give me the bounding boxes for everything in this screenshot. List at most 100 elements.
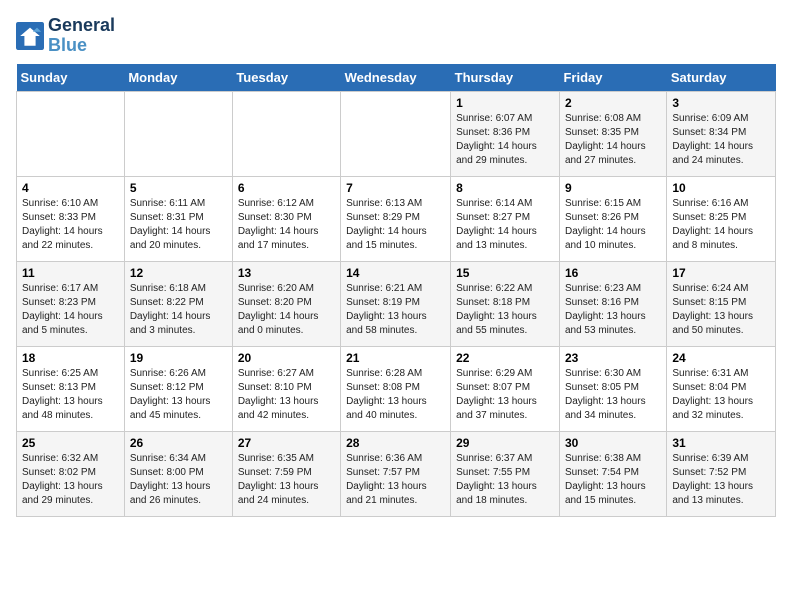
day-number: 15	[456, 266, 554, 280]
day-info: Sunrise: 6:14 AM Sunset: 8:27 PM Dayligh…	[456, 197, 554, 253]
day-number: 31	[672, 436, 770, 450]
page-header: GeneralBlue	[16, 16, 776, 56]
calendar-cell: 25 Sunrise: 6:32 AM Sunset: 8:02 PM Dayli…	[17, 431, 125, 516]
day-number: 8	[456, 181, 554, 195]
day-info: Sunrise: 6:38 AM Sunset: 7:54 PM Dayligh…	[565, 452, 661, 508]
calendar-cell: 20 Sunrise: 6:27 AM Sunset: 8:10 PM Dayli…	[232, 346, 340, 431]
calendar-cell: 31 Sunrise: 6:39 AM Sunset: 7:52 PM Dayli…	[667, 431, 776, 516]
day-number: 24	[672, 351, 770, 365]
day-info: Sunrise: 6:26 AM Sunset: 8:12 PM Dayligh…	[130, 367, 227, 423]
calendar-header: SundayMondayTuesdayWednesdayThursdayFrid…	[17, 64, 776, 92]
day-number: 16	[565, 266, 661, 280]
day-info: Sunrise: 6:30 AM Sunset: 8:05 PM Dayligh…	[565, 367, 661, 423]
week-row-2: 4 Sunrise: 6:10 AM Sunset: 8:33 PM Daylig…	[17, 176, 776, 261]
calendar-cell	[341, 91, 451, 176]
day-number: 11	[22, 266, 119, 280]
day-number: 25	[22, 436, 119, 450]
day-number: 19	[130, 351, 227, 365]
day-info: Sunrise: 6:27 AM Sunset: 8:10 PM Dayligh…	[238, 367, 335, 423]
day-info: Sunrise: 6:29 AM Sunset: 8:07 PM Dayligh…	[456, 367, 554, 423]
header-cell-thursday: Thursday	[451, 64, 560, 92]
day-number: 7	[346, 181, 445, 195]
calendar-body: 1Sunrise: 6:07 AM Sunset: 8:36 PM Daylig…	[17, 91, 776, 516]
logo-text: GeneralBlue	[48, 16, 115, 56]
calendar-cell: 1Sunrise: 6:07 AM Sunset: 8:36 PM Daylig…	[451, 91, 560, 176]
header-row: SundayMondayTuesdayWednesdayThursdayFrid…	[17, 64, 776, 92]
day-info: Sunrise: 6:22 AM Sunset: 8:18 PM Dayligh…	[456, 282, 554, 338]
day-info: Sunrise: 6:32 AM Sunset: 8:02 PM Dayligh…	[22, 452, 119, 508]
header-cell-tuesday: Tuesday	[232, 64, 340, 92]
calendar-cell: 28Sunrise: 6:36 AM Sunset: 7:57 PM Dayli…	[341, 431, 451, 516]
calendar-cell: 15 Sunrise: 6:22 AM Sunset: 8:18 PM Dayli…	[451, 261, 560, 346]
calendar-cell: 5 Sunrise: 6:11 AM Sunset: 8:31 PM Daylig…	[124, 176, 232, 261]
day-number: 27	[238, 436, 335, 450]
day-number: 20	[238, 351, 335, 365]
calendar-cell: 10 Sunrise: 6:16 AM Sunset: 8:25 PM Dayli…	[667, 176, 776, 261]
header-cell-wednesday: Wednesday	[341, 64, 451, 92]
day-number: 26	[130, 436, 227, 450]
day-info: Sunrise: 6:25 AM Sunset: 8:13 PM Dayligh…	[22, 367, 119, 423]
day-number: 12	[130, 266, 227, 280]
calendar-cell: 26Sunrise: 6:34 AM Sunset: 8:00 PM Dayli…	[124, 431, 232, 516]
day-number: 10	[672, 181, 770, 195]
calendar-cell: 8 Sunrise: 6:14 AM Sunset: 8:27 PM Daylig…	[451, 176, 560, 261]
logo-line1: GeneralBlue	[48, 16, 115, 56]
day-info: Sunrise: 6:11 AM Sunset: 8:31 PM Dayligh…	[130, 197, 227, 253]
calendar-cell: 13Sunrise: 6:20 AM Sunset: 8:20 PM Dayli…	[232, 261, 340, 346]
day-number: 13	[238, 266, 335, 280]
header-cell-friday: Friday	[559, 64, 666, 92]
day-info: Sunrise: 6:28 AM Sunset: 8:08 PM Dayligh…	[346, 367, 445, 423]
day-number: 29	[456, 436, 554, 450]
day-number: 5	[130, 181, 227, 195]
logo-icon	[16, 22, 44, 50]
day-number: 22	[456, 351, 554, 365]
day-number: 4	[22, 181, 119, 195]
day-info: Sunrise: 6:36 AM Sunset: 7:57 PM Dayligh…	[346, 452, 445, 508]
day-info: Sunrise: 6:10 AM Sunset: 8:33 PM Dayligh…	[22, 197, 119, 253]
calendar-cell: 27Sunrise: 6:35 AM Sunset: 7:59 PM Dayli…	[232, 431, 340, 516]
calendar-cell: 14 Sunrise: 6:21 AM Sunset: 8:19 PM Dayli…	[341, 261, 451, 346]
day-number: 23	[565, 351, 661, 365]
day-number: 3	[672, 96, 770, 110]
week-row-1: 1Sunrise: 6:07 AM Sunset: 8:36 PM Daylig…	[17, 91, 776, 176]
day-info: Sunrise: 6:15 AM Sunset: 8:26 PM Dayligh…	[565, 197, 661, 253]
header-cell-monday: Monday	[124, 64, 232, 92]
calendar-cell: 4 Sunrise: 6:10 AM Sunset: 8:33 PM Daylig…	[17, 176, 125, 261]
calendar-cell: 17 Sunrise: 6:24 AM Sunset: 8:15 PM Dayli…	[667, 261, 776, 346]
calendar-cell: 24 Sunrise: 6:31 AM Sunset: 8:04 PM Dayli…	[667, 346, 776, 431]
day-number: 18	[22, 351, 119, 365]
logo: GeneralBlue	[16, 16, 115, 56]
week-row-4: 18 Sunrise: 6:25 AM Sunset: 8:13 PM Dayli…	[17, 346, 776, 431]
calendar-cell: 18 Sunrise: 6:25 AM Sunset: 8:13 PM Dayli…	[17, 346, 125, 431]
day-info: Sunrise: 6:12 AM Sunset: 8:30 PM Dayligh…	[238, 197, 335, 253]
logo-line2: Blue	[48, 35, 87, 55]
day-info: Sunrise: 6:24 AM Sunset: 8:15 PM Dayligh…	[672, 282, 770, 338]
day-number: 9	[565, 181, 661, 195]
calendar-cell: 21 Sunrise: 6:28 AM Sunset: 8:08 PM Dayli…	[341, 346, 451, 431]
calendar-cell: 12Sunrise: 6:18 AM Sunset: 8:22 PM Dayli…	[124, 261, 232, 346]
calendar-cell: 6 Sunrise: 6:12 AM Sunset: 8:30 PM Daylig…	[232, 176, 340, 261]
calendar-table: SundayMondayTuesdayWednesdayThursdayFrid…	[16, 64, 776, 517]
calendar-cell: 16Sunrise: 6:23 AM Sunset: 8:16 PM Dayli…	[559, 261, 666, 346]
day-number: 14	[346, 266, 445, 280]
calendar-cell: 30Sunrise: 6:38 AM Sunset: 7:54 PM Dayli…	[559, 431, 666, 516]
calendar-cell	[232, 91, 340, 176]
day-info: Sunrise: 6:31 AM Sunset: 8:04 PM Dayligh…	[672, 367, 770, 423]
day-info: Sunrise: 6:39 AM Sunset: 7:52 PM Dayligh…	[672, 452, 770, 508]
calendar-cell: 7Sunrise: 6:13 AM Sunset: 8:29 PM Daylig…	[341, 176, 451, 261]
calendar-cell: 3Sunrise: 6:09 AM Sunset: 8:34 PM Daylig…	[667, 91, 776, 176]
day-info: Sunrise: 6:08 AM Sunset: 8:35 PM Dayligh…	[565, 112, 661, 168]
day-info: Sunrise: 6:37 AM Sunset: 7:55 PM Dayligh…	[456, 452, 554, 508]
header-cell-saturday: Saturday	[667, 64, 776, 92]
calendar-cell: 23 Sunrise: 6:30 AM Sunset: 8:05 PM Dayli…	[559, 346, 666, 431]
calendar-cell	[124, 91, 232, 176]
day-info: Sunrise: 6:21 AM Sunset: 8:19 PM Dayligh…	[346, 282, 445, 338]
calendar-cell: 9 Sunrise: 6:15 AM Sunset: 8:26 PM Daylig…	[559, 176, 666, 261]
day-number: 1	[456, 96, 554, 110]
day-number: 6	[238, 181, 335, 195]
day-info: Sunrise: 6:16 AM Sunset: 8:25 PM Dayligh…	[672, 197, 770, 253]
day-number: 17	[672, 266, 770, 280]
week-row-5: 25 Sunrise: 6:32 AM Sunset: 8:02 PM Dayli…	[17, 431, 776, 516]
day-number: 21	[346, 351, 445, 365]
calendar-cell: 29 Sunrise: 6:37 AM Sunset: 7:55 PM Dayli…	[451, 431, 560, 516]
